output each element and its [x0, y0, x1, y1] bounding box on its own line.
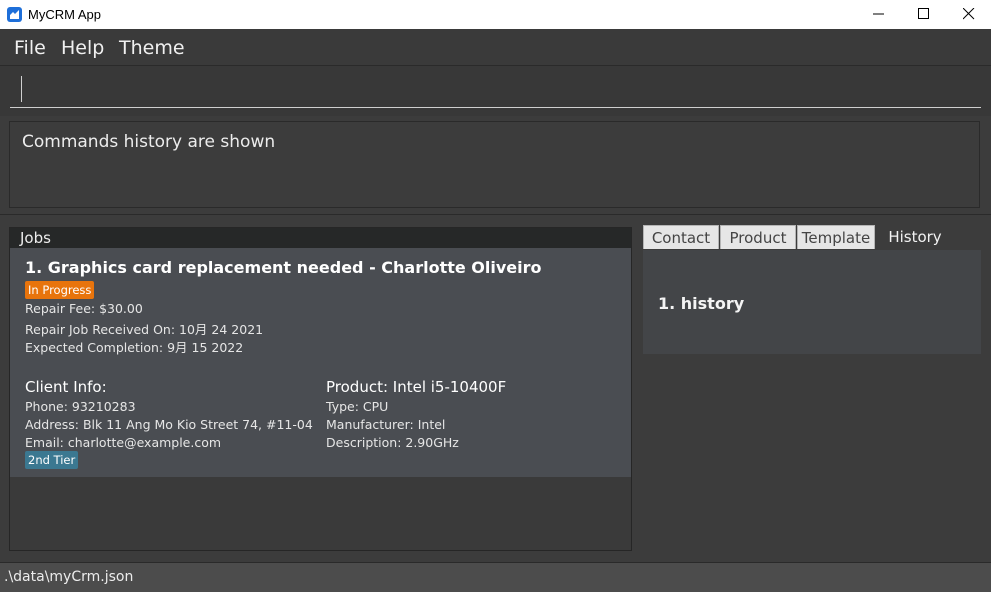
- tab-contact[interactable]: Contact: [643, 225, 719, 249]
- command-box-container: [0, 66, 991, 116]
- status-bar: .\data\myCrm.json: [0, 562, 991, 592]
- product-heading: Product: Intel i5-10400F: [326, 378, 507, 396]
- title-bar: MyCRM App: [0, 0, 991, 29]
- command-input[interactable]: [10, 74, 981, 108]
- received-date: Repair Job Received On: 10月 24 2021: [25, 322, 264, 337]
- jobs-panel: Jobs 1. Graphics card replacement needed…: [9, 227, 632, 551]
- repair-fee: Repair Fee: $30.00: [25, 301, 143, 316]
- section-divider: [0, 214, 991, 215]
- history-panel: 1. history: [643, 250, 981, 354]
- app-logo-icon: [7, 7, 22, 22]
- data-file-path: .\data\myCrm.json: [4, 569, 134, 585]
- job-title: 1. Graphics card replacement needed - Ch…: [25, 258, 542, 277]
- expected-completion: Expected Completion: 9月 15 2022: [25, 340, 244, 355]
- product-type: Type: CPU: [326, 399, 389, 414]
- tab-product[interactable]: Product: [720, 225, 796, 249]
- tier-badge: 2nd Tier: [25, 451, 79, 469]
- status-badge: In Progress: [25, 281, 95, 299]
- jobs-header-label: Jobs: [20, 229, 51, 247]
- close-button[interactable]: [946, 0, 991, 29]
- minimize-icon: [873, 13, 884, 15]
- history-list-item[interactable]: 1. history: [658, 294, 744, 313]
- text-caret: [21, 76, 22, 102]
- close-icon: [963, 8, 975, 20]
- maximize-icon: [918, 8, 929, 19]
- jobs-header: Jobs: [10, 228, 631, 249]
- menu-help[interactable]: Help: [61, 37, 104, 59]
- menu-theme[interactable]: Theme: [119, 37, 185, 59]
- menu-bar: File Help Theme: [0, 29, 991, 66]
- job-card[interactable]: 1. Graphics card replacement needed - Ch…: [10, 248, 631, 477]
- minimize-button[interactable]: [856, 0, 902, 29]
- client-info-heading: Client Info:: [25, 378, 107, 396]
- product-description: Description: 2.90GHz: [326, 435, 459, 450]
- menu-file[interactable]: File: [14, 37, 46, 59]
- product-manufacturer: Manufacturer: Intel: [326, 417, 446, 432]
- client-email: Email: charlotte@example.com: [25, 435, 222, 450]
- result-text: Commands history are shown: [22, 132, 276, 152]
- result-display: Commands history are shown: [9, 121, 980, 208]
- client-address: Address: Blk 11 Ang Mo Kio Street 74, #1…: [25, 417, 313, 432]
- tab-history[interactable]: History: [876, 225, 954, 249]
- client-phone: Phone: 93210283: [25, 399, 136, 414]
- maximize-button[interactable]: [901, 0, 947, 29]
- tab-template[interactable]: Template: [797, 225, 875, 249]
- window-title: MyCRM App: [28, 7, 101, 22]
